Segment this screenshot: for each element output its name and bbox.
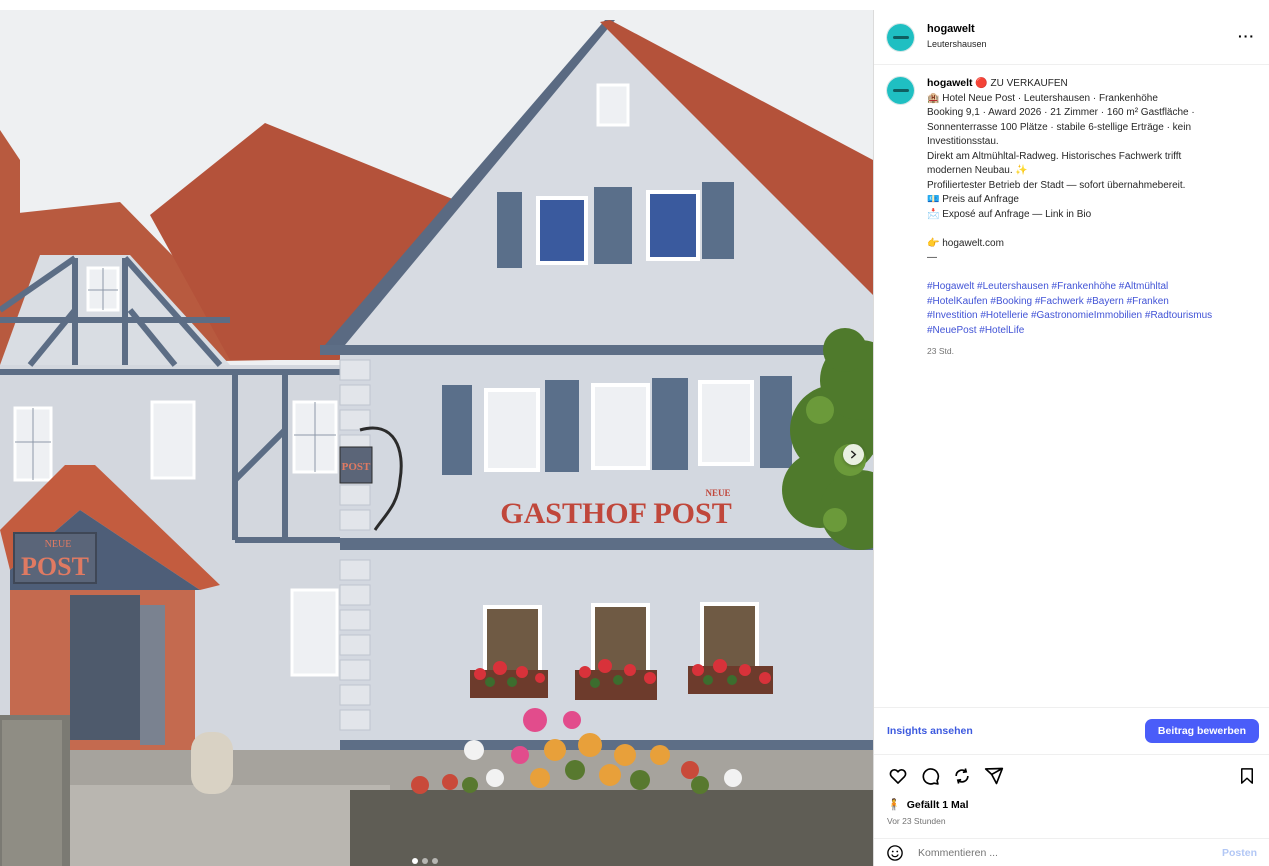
caption-text: hogawelt 🔴 ZU VERKAUFEN 🏨 Hotel Neue Pos… (927, 76, 1212, 359)
repost-icon (955, 768, 969, 784)
liker-avatar-icon: 🧍 (887, 799, 901, 811)
bookmark-icon (1241, 768, 1253, 784)
caption-line: 🔴 ZU VERKAUFEN (975, 78, 1068, 89)
chevron-right-icon (850, 450, 857, 459)
save-button[interactable] (1235, 764, 1259, 788)
caption-line: 📩 Exposé auf Anfrage — Link in Bio (927, 208, 1092, 220)
repost-button[interactable] (950, 764, 974, 788)
post-timestamp[interactable]: Vor 23 Stunden (887, 816, 946, 826)
caption: hogawelt 🔴 ZU VERKAUFEN 🏨 Hotel Neue Pos… (886, 76, 1259, 359)
entrance-sign-post: POST (21, 552, 89, 581)
caption-avatar[interactable] (886, 76, 915, 105)
heart-icon (889, 769, 907, 784)
post-comment-button[interactable]: Posten (1222, 847, 1257, 859)
post-side-panel: hogawelt Leutershausen ··· hogawelt 🔴 ZU… (873, 10, 1269, 866)
comment-icon (922, 768, 940, 785)
insights-bar: Insights ansehen Beitrag bewerben (874, 707, 1269, 755)
carousel-dot (412, 858, 418, 864)
caption-timestamp[interactable]: 23 Std. (927, 344, 1212, 359)
caption-website-link[interactable]: 👉 hogawelt.com (927, 237, 1212, 252)
location-link[interactable]: Leutershausen (927, 37, 987, 52)
caption-line: Profiliertester Betrieb der Stadt — sofo… (927, 179, 1186, 191)
caption-line: — (927, 252, 937, 263)
paper-plane-icon (984, 767, 1004, 785)
username[interactable]: hogawelt (927, 22, 987, 37)
caption-line: 🏨 Hotel Neue Post · Leutershausen · Fran… (927, 92, 1158, 104)
avatar[interactable] (886, 22, 915, 52)
gasthof-post-sign: GASTHOF POST (500, 497, 731, 530)
comment-button[interactable] (918, 764, 942, 788)
gasthof-sign-neue: NEUE (705, 488, 730, 498)
carousel-dots (412, 858, 438, 864)
next-image-button[interactable] (843, 444, 864, 465)
caption-line: Booking 9,1 · Award 2026 · 21 Zimmer · 1… (927, 107, 1195, 118)
caption-line: modernen Neubau. ✨ (927, 165, 1028, 176)
hotel-photo: NEUE POST GASTHOF POST NEUE POST (0, 10, 873, 866)
hanging-sign: POST (342, 461, 371, 473)
action-bar (886, 762, 1259, 790)
caption-line: Investitionsstau. (927, 136, 999, 147)
hashtag-line[interactable]: #Investition #Hotellerie #GastronomieImm… (927, 309, 1212, 324)
carousel-dot (432, 858, 438, 864)
caption-username[interactable]: hogawelt (927, 77, 973, 89)
likes-count[interactable]: Gefällt 1 Mal (907, 799, 969, 811)
post-image[interactable]: NEUE POST GASTHOF POST NEUE POST (0, 10, 873, 866)
caption-line (927, 222, 1212, 237)
emoji-icon[interactable] (886, 844, 904, 862)
likes-row[interactable]: 🧍 Gefällt 1 Mal (887, 798, 969, 812)
caption-line: Direkt am Altmühltal-Radweg. Historische… (927, 150, 1182, 162)
more-options-icon[interactable]: ··· (1238, 28, 1255, 44)
comment-input[interactable] (918, 846, 1222, 859)
share-button[interactable] (982, 764, 1006, 788)
carousel-dot (422, 858, 428, 864)
post-header: hogawelt Leutershausen ··· (874, 10, 1269, 65)
view-insights-link[interactable]: Insights ansehen (887, 725, 973, 737)
hashtag-line[interactable]: #Hogawelt #Leutershausen #Frankenhöhe #A… (927, 280, 1212, 295)
entrance-sign-neue: NEUE (45, 539, 72, 550)
caption-line: Sonnenterrasse 100 Plätze · stabile 6-st… (927, 121, 1192, 133)
caption-line: 💶 Preis auf Anfrage (927, 194, 1019, 205)
like-button[interactable] (886, 764, 910, 788)
hashtags: #Hogawelt #Leutershausen #Frankenhöhe #A… (927, 280, 1212, 338)
promote-post-button[interactable]: Beitrag bewerben (1144, 719, 1259, 743)
hashtag-line[interactable]: #NeuePost #HotelLife (927, 324, 1212, 339)
hashtag-line[interactable]: #HotelKaufen #Booking #Fachwerk #Bayern … (927, 295, 1212, 310)
comment-bar: Posten (874, 838, 1269, 866)
